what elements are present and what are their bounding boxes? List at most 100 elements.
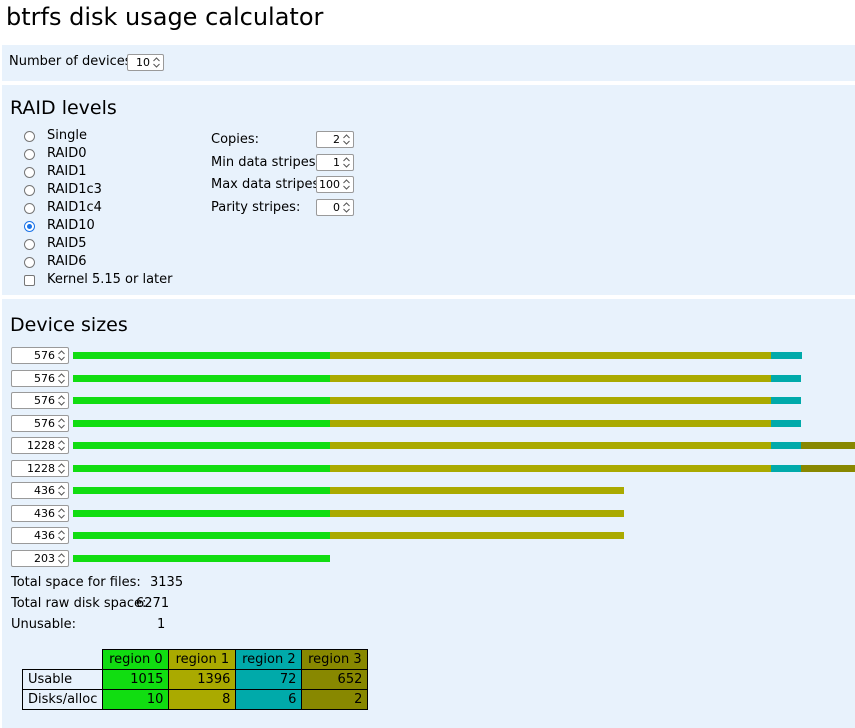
radio-raid10[interactable] (24, 221, 35, 232)
stepper-value: 576 (34, 394, 55, 407)
devices-label: Number of devices: (9, 54, 136, 69)
device-region-bar (801, 464, 855, 472)
stepper-value: 576 (34, 349, 55, 362)
stepper-value: 576 (34, 416, 55, 430)
device-sizes-heading: Device sizes (10, 314, 128, 336)
device-region-bar (73, 532, 330, 539)
device-region-bar (73, 554, 330, 562)
stepper-value: 2 (333, 133, 340, 146)
devices-stepper[interactable]: 10 (127, 54, 164, 71)
device-region-bar (771, 374, 801, 382)
radio-single[interactable] (24, 131, 35, 142)
param-stepper[interactable]: 0 (316, 198, 354, 216)
device-size-stepper[interactable]: 436 (11, 527, 69, 544)
raid-option-label: RAID10 (47, 218, 95, 233)
device-region-bar (330, 464, 771, 472)
spinner-arrows-icon (57, 552, 66, 565)
spinner-arrows-icon (342, 156, 351, 169)
raid-panel: RAID levels Single RAID0 RAID1 RAID1c3 RAID1… (2, 85, 855, 295)
device-region-bar (73, 352, 330, 359)
spinner-arrows-icon (57, 507, 66, 520)
raid-option-label: RAID0 (47, 146, 87, 161)
device-size-stepper[interactable]: 1228 (11, 437, 69, 454)
summary-value: 3135 (150, 575, 184, 590)
device-size-stepper[interactable]: 436 (11, 504, 69, 522)
spinner-arrows-icon (57, 349, 66, 362)
device-region-bar (73, 509, 330, 517)
spinner-arrows-icon (57, 462, 66, 475)
stepper-value: 100 (319, 178, 340, 191)
device-size-stepper[interactable]: 576 (11, 414, 69, 432)
table-cell: 1396 (168, 669, 237, 690)
region-header: region 0 (102, 649, 170, 670)
device-region-bar (771, 352, 802, 359)
device-region-bar (771, 419, 801, 427)
device-region-bar (330, 487, 624, 494)
device-region-bar (330, 509, 624, 517)
param-label: Copies: (211, 132, 260, 147)
device-region-bar (330, 352, 771, 359)
device-size-stepper[interactable]: 576 (11, 369, 69, 387)
stepper-value: 1 (333, 155, 340, 169)
region-header: region 3 (301, 649, 369, 670)
device-region-bar (330, 397, 771, 404)
summary-value: 1 (157, 617, 166, 632)
stepper-value: 1228 (27, 461, 55, 475)
radio-raid1c4[interactable] (24, 203, 35, 214)
stepper-value: 436 (34, 506, 55, 520)
device-region-bar (330, 374, 771, 382)
row-label: Disks/alloc (21, 689, 104, 710)
kernel-checkbox[interactable] (24, 275, 35, 286)
spinner-arrows-icon (342, 201, 351, 214)
stepper-value: 203 (34, 551, 55, 565)
param-label: Min data stripes: (211, 154, 320, 170)
stepper-value: 1228 (27, 439, 55, 452)
device-region-bar (73, 464, 330, 472)
raid-option-label: RAID5 (47, 236, 87, 251)
radio-raid0[interactable] (24, 149, 35, 160)
raid-option-label: RAID1c4 (47, 200, 102, 215)
table-cell: 6 (235, 689, 303, 710)
spinner-arrows-icon (342, 178, 351, 191)
param-stepper[interactable]: 100 (316, 176, 354, 193)
summary-label: Unusable: (11, 617, 76, 632)
raid-option-label: Single (47, 128, 87, 143)
radio-raid1c3[interactable] (24, 185, 35, 196)
regions-table: region 0 region 1 region 2 region 3 Usab… (21, 649, 369, 710)
table-cell: 2 (301, 689, 369, 710)
spinner-arrows-icon (57, 484, 66, 497)
spinner-arrows-icon (152, 56, 161, 69)
table-cell: 652 (301, 669, 369, 690)
device-size-stepper[interactable]: 436 (11, 482, 69, 499)
table-header-row: region 0 region 1 region 2 region 3 (23, 649, 369, 670)
stepper-value: 436 (34, 529, 55, 542)
param-label: Parity stripes: (211, 199, 301, 215)
spinner-arrows-icon (57, 417, 66, 430)
device-region-bar (330, 442, 771, 449)
device-region-bar (73, 374, 330, 382)
radio-raid6[interactable] (24, 257, 35, 268)
kernel-label: Kernel 5.15 or later (47, 272, 173, 287)
row-label: Usable (21, 669, 104, 690)
radio-raid5[interactable] (24, 239, 35, 250)
region-header: region 2 (235, 649, 303, 670)
radio-raid1[interactable] (24, 167, 35, 178)
stepper-value: 576 (34, 371, 55, 385)
spinner-arrows-icon (342, 133, 351, 146)
param-stepper[interactable]: 2 (316, 131, 354, 148)
device-size-stepper[interactable]: 576 (11, 347, 69, 364)
device-region-bar (73, 442, 330, 449)
param-stepper[interactable]: 1 (316, 153, 354, 171)
stepper-value: 436 (34, 484, 55, 497)
page-title: btrfs disk usage calculator (6, 3, 324, 31)
table-cell: 8 (168, 689, 237, 710)
spinner-arrows-icon (57, 372, 66, 385)
device-size-stepper[interactable]: 1228 (11, 459, 69, 477)
table-row: Usable 1015 1396 72 652 (21, 669, 369, 690)
device-size-stepper[interactable]: 203 (11, 549, 69, 567)
summary-label: Total raw disk space: (11, 596, 147, 611)
spinner-arrows-icon (57, 394, 66, 407)
device-size-stepper[interactable]: 576 (11, 392, 69, 409)
raid-option-label: RAID1 (47, 164, 87, 179)
summary-value: 6271 (136, 596, 170, 611)
